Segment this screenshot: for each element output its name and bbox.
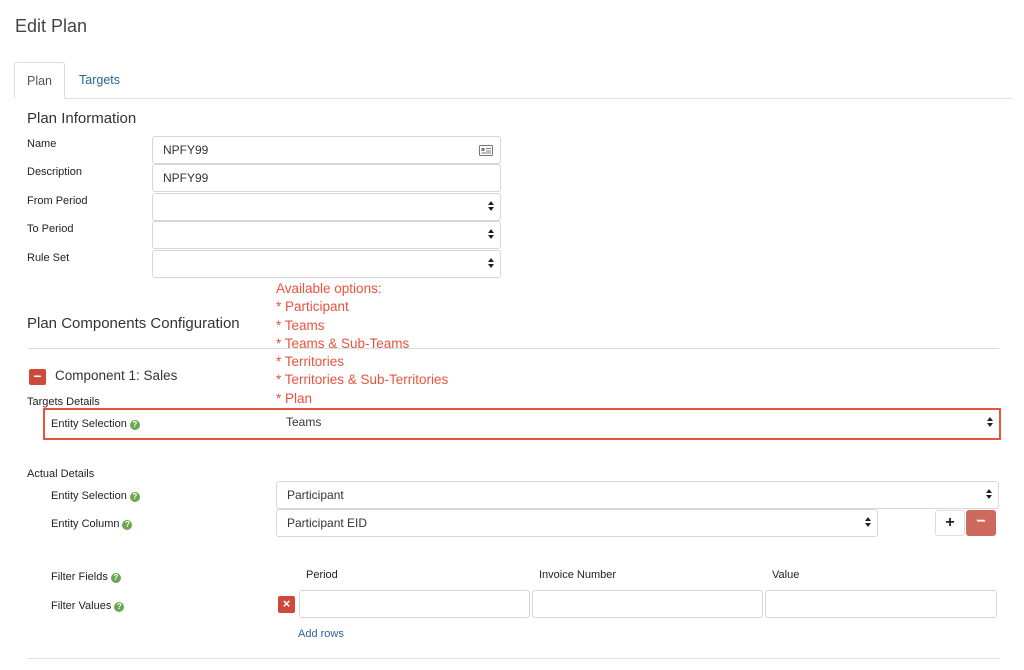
page-title: Edit Plan xyxy=(15,16,88,36)
name-input-value: NPFY99 xyxy=(163,143,209,157)
add-column-button[interactable]: + xyxy=(935,510,965,536)
filter-value-period-input[interactable] xyxy=(299,590,530,618)
tab-plan[interactable]: Plan xyxy=(14,62,65,99)
help-icon[interactable]: ? xyxy=(122,520,133,530)
rule-set-select[interactable] xyxy=(152,250,501,278)
select-arrows-icon xyxy=(864,517,872,529)
contact-card-icon[interactable] xyxy=(479,145,493,156)
select-arrows-icon xyxy=(487,201,495,213)
filter-fields-text: Filter Fields xyxy=(51,571,108,583)
name-label: Name xyxy=(27,138,57,150)
entity-column-select[interactable]: Participant EID xyxy=(276,509,878,537)
select-arrows-icon xyxy=(487,258,495,270)
add-rows-link[interactable]: Add rows xyxy=(298,628,344,640)
to-period-select[interactable] xyxy=(152,221,501,249)
annotation-heading: Available options: xyxy=(276,281,382,296)
remove-column-button[interactable]: − xyxy=(966,510,996,536)
rule-set-label: Rule Set xyxy=(27,252,70,264)
filter-column-value: Value xyxy=(772,569,800,581)
description-input[interactable]: NPFY99 xyxy=(152,164,501,192)
help-icon[interactable]: ? xyxy=(114,602,125,612)
targets-entity-selection-select[interactable]: Teams xyxy=(276,410,999,438)
filter-fields-label: Filter Fields? xyxy=(51,571,121,583)
annotation-option: * Teams xyxy=(276,317,325,333)
filter-column-invoice-number: Invoice Number xyxy=(539,569,617,581)
plan-components-title: Plan Components Configuration xyxy=(27,315,240,332)
collapse-component-button[interactable]: − xyxy=(29,369,46,385)
actual-entity-selection-label: Entity Selection? xyxy=(51,490,140,502)
plan-information-title: Plan Information xyxy=(27,110,137,127)
help-icon[interactable]: ? xyxy=(129,420,140,430)
select-arrows-icon xyxy=(985,489,993,501)
delete-filter-row-button[interactable]: × xyxy=(278,596,295,613)
actual-entity-selection-text: Entity Selection xyxy=(51,490,127,502)
targets-entity-selection-label: Entity Selection? xyxy=(51,418,140,430)
actual-entity-selection-value: Participant xyxy=(287,488,344,502)
help-icon[interactable]: ? xyxy=(110,573,121,583)
to-period-label: To Period xyxy=(27,223,74,235)
from-period-label: From Period xyxy=(27,195,88,207)
available-options-annotation: Available options: * Participant * Teams… xyxy=(276,280,448,408)
annotation-option: * Teams & Sub-Teams xyxy=(276,335,410,351)
description-label: Description xyxy=(27,166,83,178)
section-divider xyxy=(27,348,999,349)
annotation-option: * Territories & Sub-Territories xyxy=(276,372,449,388)
annotation-option: * Territories xyxy=(276,354,345,370)
filter-column-period: Period xyxy=(306,569,338,581)
annotation-option: * Participant xyxy=(276,299,349,315)
component-title: Component 1: Sales xyxy=(55,368,178,383)
actual-entity-selection-select[interactable]: Participant xyxy=(276,481,999,509)
from-period-select[interactable] xyxy=(152,193,501,221)
targets-details-label: Targets Details xyxy=(27,396,100,408)
entity-column-label: Entity Column? xyxy=(51,518,133,530)
filter-value-invoice-number-input[interactable] xyxy=(532,590,763,618)
entity-column-value: Participant EID xyxy=(287,516,368,530)
annotation-option: * Plan xyxy=(276,390,313,406)
targets-entity-selection-value: Teams xyxy=(286,415,322,429)
filter-value-value-input[interactable] xyxy=(765,590,997,618)
entity-column-text: Entity Column xyxy=(51,518,120,530)
description-input-value: NPFY99 xyxy=(163,171,209,185)
filter-values-label: Filter Values? xyxy=(51,600,125,612)
select-arrows-icon xyxy=(986,417,994,429)
help-icon[interactable]: ? xyxy=(129,492,140,502)
select-arrows-icon xyxy=(487,229,495,241)
tab-targets[interactable]: Targets xyxy=(79,62,120,99)
filter-values-text: Filter Values xyxy=(51,600,112,612)
tabs-divider xyxy=(14,98,1012,99)
targets-entity-selection-text: Entity Selection xyxy=(51,418,127,430)
name-input[interactable]: NPFY99 xyxy=(152,136,501,164)
bottom-divider xyxy=(27,658,999,659)
actual-details-label: Actual Details xyxy=(27,468,95,480)
